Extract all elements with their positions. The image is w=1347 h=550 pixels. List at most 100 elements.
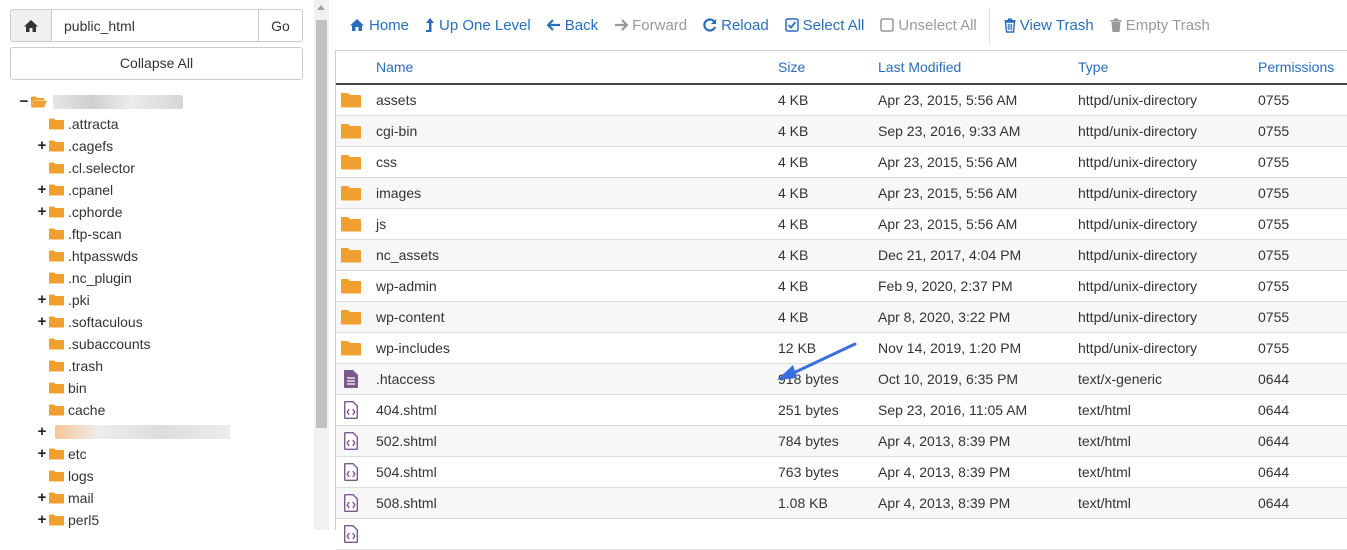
go-button[interactable]: Go (258, 9, 303, 42)
expand-toggle-icon[interactable]: + (36, 311, 48, 333)
collapse-toggle-icon[interactable]: − (18, 91, 30, 113)
table-row[interactable]: js 4 KB Apr 23, 2015, 5:56 AM httpd/unix-di… (336, 209, 1347, 240)
file-permissions: 0644 (1258, 371, 1290, 387)
html-file-icon (344, 401, 358, 419)
path-input[interactable] (52, 9, 258, 42)
scroll-up-arrow-icon[interactable] (317, 5, 325, 10)
tree-item[interactable]: .subaccounts (36, 333, 151, 355)
unselect-all-button[interactable]: Unselect All (880, 16, 977, 34)
view-trash-button[interactable]: View Trash (1004, 17, 1094, 34)
home-icon (24, 19, 38, 32)
tree-item-label: cache (68, 402, 106, 418)
reload-label: Reload (721, 16, 769, 34)
tree-item-label: .cpanel (68, 182, 114, 198)
column-header-size[interactable]: Size (778, 51, 805, 85)
collapse-all-button[interactable]: Collapse All (10, 47, 303, 80)
tree-item[interactable]: + .cagefs (36, 135, 114, 157)
file-last-modified: Apr 23, 2015, 5:56 AM (878, 216, 1018, 232)
tree-item[interactable]: logs (36, 465, 94, 487)
table-row[interactable]: 504.shtml 763 bytes Apr 4, 2013, 8:39 PM te… (336, 457, 1347, 488)
home-button[interactable]: Home (349, 17, 409, 34)
tree-item-label: logs (68, 468, 94, 484)
up-one-level-button[interactable]: Up One Level (425, 17, 531, 34)
tree-item[interactable]: .trash (36, 355, 103, 377)
table-row[interactable] (336, 519, 1347, 550)
file-name: wp-content (376, 309, 445, 325)
home-directory-button[interactable] (10, 9, 52, 42)
column-header-type[interactable]: Type (1078, 51, 1108, 85)
column-header-name[interactable]: Name (376, 51, 413, 85)
tree-item[interactable]: .nc_plugin (36, 267, 132, 289)
file-name: js (376, 216, 387, 232)
tree-item[interactable]: bin (36, 377, 87, 399)
tree-item[interactable]: + .cpanel (36, 179, 114, 201)
tree-item[interactable]: + .softaculous (36, 311, 143, 333)
expand-toggle-icon[interactable]: + (36, 509, 48, 531)
tree-item[interactable]: − (18, 91, 183, 113)
select-all-button[interactable]: Select All (784, 17, 864, 34)
expand-toggle-icon[interactable]: + (36, 201, 48, 223)
forward-button[interactable]: Forward (614, 17, 687, 34)
tree-item[interactable]: + mail (36, 487, 94, 509)
file-name: 404.shtml (376, 402, 437, 418)
tree-item[interactable]: .ftp-scan (36, 223, 122, 245)
file-size: 4 KB (778, 278, 809, 294)
unselect-all-label: Unselect All (898, 16, 977, 34)
tree-item[interactable]: .htpasswds (36, 245, 138, 267)
file-icon-cell (340, 271, 362, 301)
tree-item[interactable]: + .pki (36, 289, 90, 311)
expand-toggle-icon[interactable]: + (36, 179, 48, 201)
file-icon-cell (340, 178, 362, 208)
file-permissions: 0755 (1258, 154, 1290, 170)
back-button[interactable]: Back (546, 17, 598, 34)
tree-item[interactable]: + (36, 421, 230, 443)
tree-item[interactable]: .attracta (36, 113, 119, 135)
html-file-icon (344, 525, 358, 543)
file-last-modified: Apr 4, 2013, 8:39 PM (878, 433, 1011, 449)
file-last-modified: Apr 8, 2020, 3:22 PM (878, 309, 1011, 325)
file-permissions: 0755 (1258, 216, 1290, 232)
column-header-last-modified[interactable]: Last Modified (878, 51, 961, 85)
forward-label: Forward (632, 16, 688, 34)
file-size: 4 KB (778, 216, 809, 232)
file-permissions: 0644 (1258, 495, 1290, 511)
table-row[interactable]: wp-admin 4 KB Feb 9, 2020, 2:37 PM httpd/un… (336, 271, 1347, 302)
file-permissions: 0755 (1258, 340, 1290, 356)
table-row[interactable]: nc_assets 4 KB Dec 21, 2017, 4:04 PM httpd/… (336, 240, 1347, 271)
table-row[interactable]: 502.shtml 784 bytes Apr 4, 2013, 8:39 PM te… (336, 426, 1347, 457)
folder-icon (341, 93, 361, 108)
expand-toggle-icon[interactable]: + (36, 443, 48, 465)
table-row[interactable]: wp-content 4 KB Apr 8, 2020, 3:22 PM httpd/… (336, 302, 1347, 333)
expand-toggle-icon[interactable]: + (36, 487, 48, 509)
file-icon-cell (340, 488, 362, 518)
folder-icon (49, 316, 64, 328)
file-size: 1.08 KB (778, 495, 828, 511)
table-row[interactable]: assets 4 KB Apr 23, 2015, 5:56 AM httpd/uni… (336, 85, 1347, 116)
tree-scrollbar[interactable] (314, 0, 329, 530)
expand-toggle-icon[interactable]: + (36, 421, 48, 443)
file-icon-cell (340, 333, 362, 363)
table-row[interactable]: cgi-bin 4 KB Sep 23, 2016, 9:33 AM httpd/un… (336, 116, 1347, 147)
scroll-thumb[interactable] (316, 20, 327, 428)
empty-trash-button[interactable]: Empty Trash (1110, 17, 1210, 34)
file-last-modified: Apr 23, 2015, 5:56 AM (878, 92, 1018, 108)
tree-item[interactable]: + perl5 (36, 509, 100, 531)
reload-button[interactable]: Reload (703, 17, 769, 34)
file-list-panel: Home Up One Level Back Forward Reload Se… (333, 0, 1347, 550)
folder-icon (341, 341, 361, 356)
table-row[interactable]: 508.shtml 1.08 KB Apr 4, 2013, 8:39 PM text… (336, 488, 1347, 519)
table-row[interactable]: 404.shtml 251 bytes Sep 23, 2016, 11:05 AM… (336, 395, 1347, 426)
expand-toggle-icon[interactable]: + (36, 135, 48, 157)
view-trash-label: View Trash (1019, 16, 1094, 34)
tree-item[interactable]: + etc (36, 443, 87, 465)
tree-item[interactable]: .cl.selector (36, 157, 135, 179)
tree-item[interactable]: + .cphorde (36, 201, 123, 223)
tree-item[interactable]: cache (36, 399, 105, 421)
folder-icon (49, 118, 64, 130)
file-name: cgi-bin (376, 123, 418, 139)
table-row[interactable]: css 4 KB Apr 23, 2015, 5:56 AM httpd/unix-d… (336, 147, 1347, 178)
file-name: wp-includes (376, 340, 450, 356)
table-row[interactable]: images 4 KB Apr 23, 2015, 5:56 AM httpd/uni… (336, 178, 1347, 209)
expand-toggle-icon[interactable]: + (36, 289, 48, 311)
column-header-permissions[interactable]: Permissions (1258, 51, 1334, 85)
